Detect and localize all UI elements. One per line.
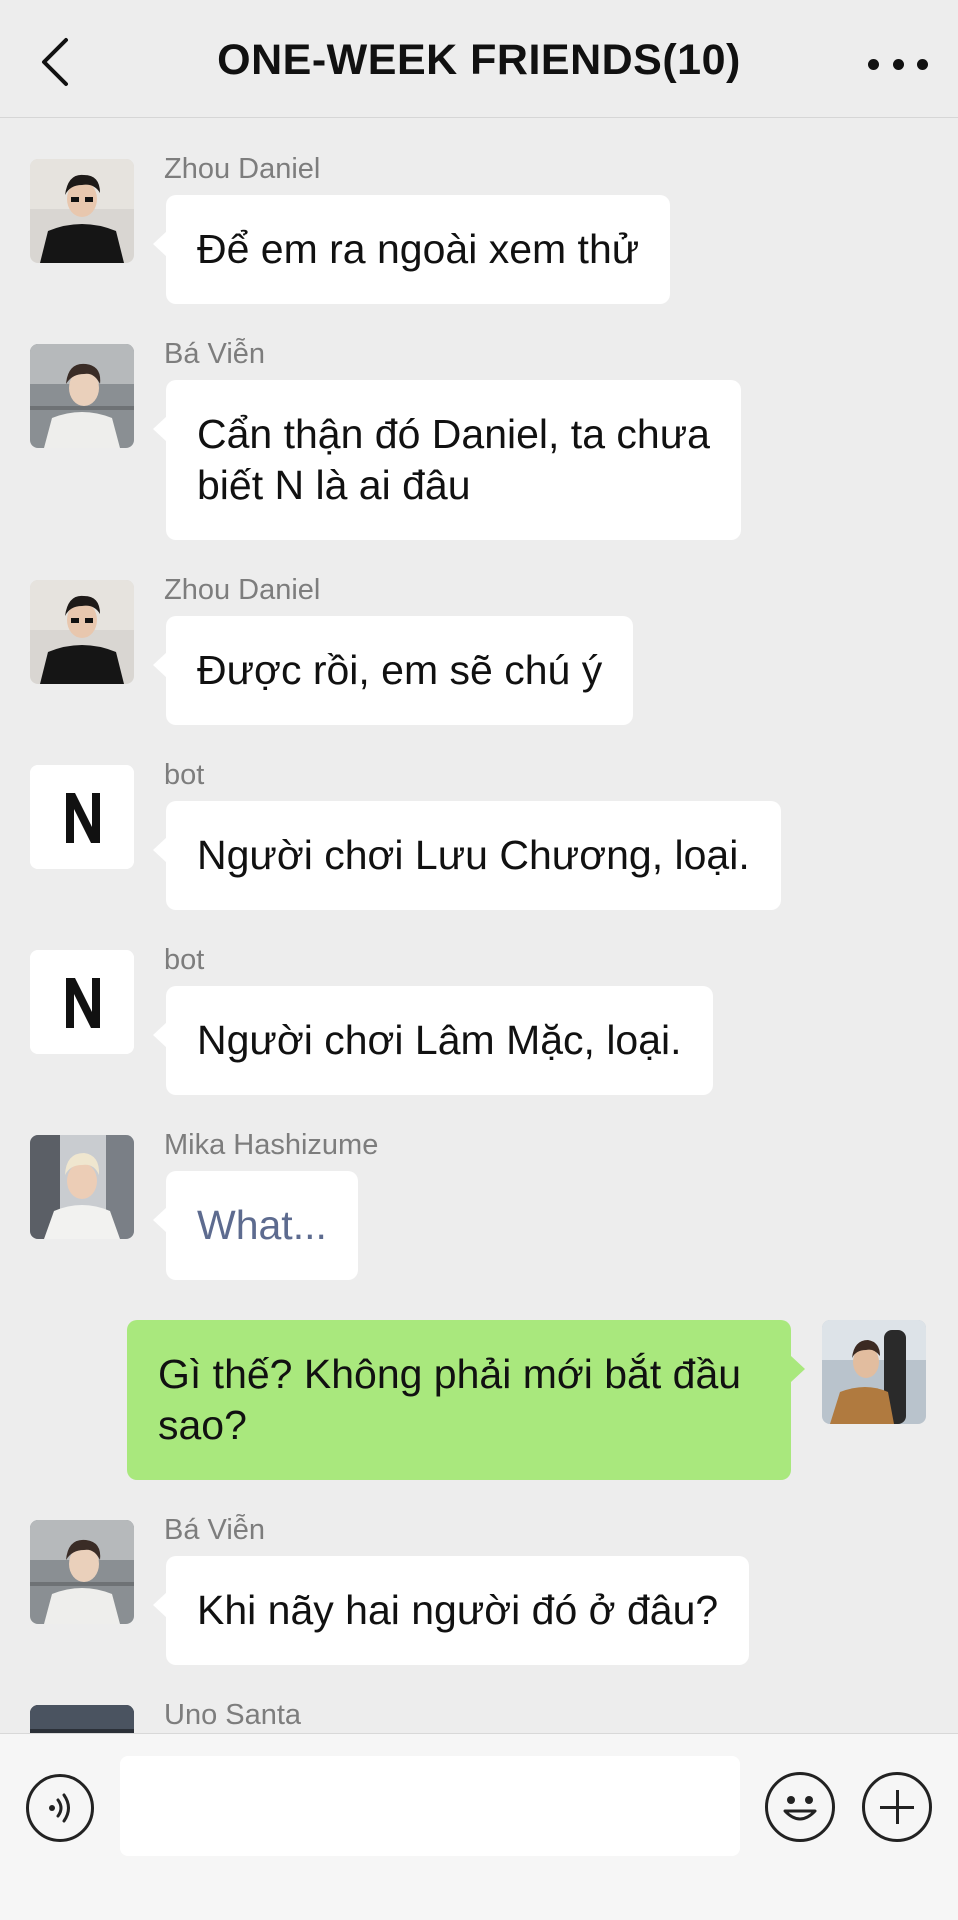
avatar[interactable] (30, 1520, 134, 1624)
voice-button[interactable] (26, 1774, 94, 1842)
sender-name: bot (164, 759, 205, 791)
message-text: Khi nãy hai người đó ở đâu? (197, 1587, 719, 1633)
sender-name: Mika Hashizume (164, 1129, 379, 1161)
emoji-button[interactable] (765, 1772, 835, 1842)
chat-title: ONE-WEEK FRIENDS(10) (217, 36, 741, 84)
avatar[interactable] (822, 1320, 926, 1424)
voice-icon (49, 1793, 70, 1823)
chevron-left-icon (42, 38, 68, 86)
input-bar (0, 1733, 958, 1920)
message-list[interactable]: Zhou Daniel Để em ra ngoài xem thử Bá Vi… (0, 119, 958, 1733)
sender-name: Uno Santa (164, 1699, 302, 1731)
message-bubble[interactable]: Khi nãy hai người đó ở đâu? (152, 1556, 750, 1665)
message-text: Người chơi Lâm Mặc, loại. (197, 1017, 682, 1063)
message-bubble[interactable]: Gì thế? Không phải mới bắt đầu sao? (127, 1320, 805, 1480)
avatar[interactable] (30, 950, 134, 1054)
avatar[interactable] (30, 580, 134, 684)
more-dots-icon (868, 58, 879, 70)
message-text: sao? (158, 1402, 247, 1448)
sender-name: Bá Viễn (164, 1514, 266, 1546)
n-logo-icon (30, 950, 134, 1054)
chat-header: ONE-WEEK FRIENDS(10) (0, 0, 958, 118)
back-button[interactable] (30, 30, 80, 94)
avatar[interactable] (30, 344, 134, 448)
message-bubble[interactable]: Người chơi Lâm Mặc, loại. (153, 986, 713, 1095)
n-logo-icon (30, 765, 134, 869)
plus-button[interactable] (862, 1772, 932, 1842)
message-bubble[interactable]: Để em ra ngoài xem thử (152, 195, 671, 304)
avatar[interactable] (30, 1705, 134, 1733)
message-text: Để em ra ngoài xem thử (197, 226, 640, 272)
message-bubble[interactable]: What... (153, 1171, 358, 1280)
message-text: Người chơi Lưu Chương, loại. (197, 832, 750, 878)
message-bubble[interactable]: Cẩn thận đó Daniel, ta chưa biết N là ai… (153, 380, 741, 540)
more-button[interactable] (868, 44, 928, 84)
avatar[interactable] (30, 1135, 134, 1239)
sender-name: Zhou Daniel (164, 574, 321, 606)
message-text: Cẩn thận đó Daniel, ta chưa (197, 411, 710, 457)
sender-name: Bá Viễn (164, 338, 266, 370)
message-text: Được rồi, em sẽ chú ý (197, 647, 603, 693)
message-text: What... (197, 1202, 327, 1248)
message-input[interactable] (120, 1756, 740, 1856)
sender-name: Zhou Daniel (164, 153, 321, 185)
avatar[interactable] (30, 159, 134, 263)
message-text: Gì thế? Không phải mới bắt đầu (158, 1351, 742, 1397)
avatar[interactable] (30, 765, 134, 869)
sender-name: bot (164, 944, 205, 976)
message-bubble[interactable]: Người chơi Lưu Chương, loại. (153, 801, 781, 910)
message-text: biết N là ai đâu (197, 462, 471, 508)
emoji-icon (783, 1796, 817, 1821)
message-bubble[interactable]: Được rồi, em sẽ chú ý (152, 616, 634, 725)
